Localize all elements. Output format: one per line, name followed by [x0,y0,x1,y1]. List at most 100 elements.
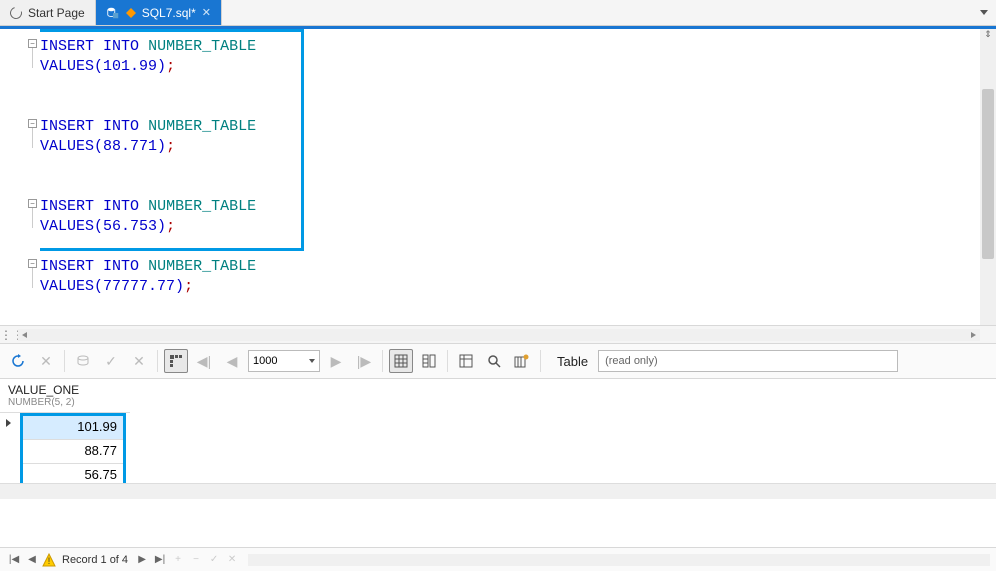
keyword: INSERT [40,198,94,215]
close-icon[interactable]: ✕ [202,6,211,19]
table-icon [394,354,408,368]
stop-button[interactable]: ✕ [34,349,58,373]
keyword: INTO [103,118,139,135]
columns-icon [514,354,530,368]
grid-body: 101.99 88.77 56.75 [0,413,996,491]
apply-button[interactable]: ✓ [99,349,123,373]
fold-line [32,208,33,228]
sql-file-icon [106,6,120,20]
paren: ( [94,278,103,295]
next-page-button[interactable]: ▶ [324,349,348,373]
code-area[interactable]: INSERT INTO NUMBER_TABLE VALUES(101.99);… [40,29,996,325]
column-type: NUMBER(5, 2) [8,397,122,408]
last-page-button[interactable]: |▶ [352,349,376,373]
number-literal: 88.771 [103,138,157,155]
fold-icon[interactable]: − [28,39,37,48]
fetch-size-value: 1000 [253,355,277,367]
keyword: VALUES [40,218,94,235]
table-name: NUMBER_TABLE [148,118,256,135]
semicolon: ; [166,218,175,235]
commit-icon [75,353,91,369]
table-name: NUMBER_TABLE [148,198,256,215]
semicolon: ; [166,58,175,75]
number-literal: 101.99 [103,58,157,75]
grid-view-button[interactable] [164,349,188,373]
fold-icon[interactable]: − [28,199,37,208]
scrollbar-thumb[interactable] [982,89,994,259]
tab-label: Start Page [28,6,85,20]
grid-icon [169,354,183,368]
hscroll-track[interactable] [18,329,980,341]
separator [64,350,65,372]
readonly-combo[interactable]: (read only) [598,350,898,372]
column-name: VALUE_ONE [8,383,122,397]
tab-label: SQL7.sql* [142,6,196,20]
paren: ( [94,218,103,235]
split-handle-icon[interactable]: ⇕ [980,29,996,43]
paren: ) [157,138,166,155]
add-row-button[interactable]: + [170,552,186,568]
results-toolbar: ✕ ✓ ✕ ◀| ◀ 1000 ▶ |▶ Table (read only) [0,343,996,379]
record-icon [422,354,436,368]
fetch-size-combo[interactable]: 1000 [248,350,320,372]
paren: ) [157,218,166,235]
column-header[interactable]: VALUE_ONE NUMBER(5, 2) [0,379,130,413]
keyword: INSERT [40,38,94,55]
dropdown-arrow-icon [309,359,315,363]
status-bar: |◀ ◀ ! Record 1 of 4 ▶ ▶| + − ✓ ✕ [0,547,996,571]
editor-hscroll: ⋮⋮ [0,325,996,343]
keyword: INTO [103,258,139,275]
readonly-value: (read only) [605,355,658,367]
tab-overflow-menu[interactable] [972,0,996,25]
nav-next-button[interactable]: ▶ [134,552,150,568]
pivot-button[interactable] [454,349,478,373]
modified-icon [126,8,136,18]
first-page-button[interactable]: ◀| [192,349,216,373]
fold-icon[interactable]: − [28,119,37,128]
nav-last-button[interactable]: ▶| [152,552,168,568]
vertical-scrollbar[interactable]: ⇕ [980,29,996,325]
status-hscroll[interactable] [248,554,990,566]
sql-editor[interactable]: − − − − INSERT INTO NUMBER_TABLE VALUES(… [0,29,996,325]
commit-button[interactable] [71,349,95,373]
svg-text:!: ! [48,556,51,566]
paren: ) [175,278,184,295]
results-hscroll[interactable] [0,483,996,499]
nav-prev-button[interactable]: ◀ [24,552,40,568]
grid-cell[interactable]: 88.77 [23,440,123,464]
separator [157,350,158,372]
table-name: NUMBER_TABLE [148,38,256,55]
fold-icon[interactable]: − [28,259,37,268]
split-handle[interactable]: ⋮⋮ [0,328,18,342]
keyword: VALUES [40,58,94,75]
pivot-icon [459,354,473,368]
refresh-icon [10,353,26,369]
results-grid: VALUE_ONE NUMBER(5, 2) 101.99 88.77 56.7… [0,379,996,499]
table-name: NUMBER_TABLE [148,258,256,275]
separator [540,350,541,372]
nav-first-button[interactable]: |◀ [6,552,22,568]
delete-row-button[interactable]: − [188,552,204,568]
keyword: INSERT [40,258,94,275]
fold-line [32,268,33,288]
view-mode-label: Table [557,354,588,369]
number-literal: 77777.77 [103,278,175,295]
fold-line [32,128,33,148]
separator [382,350,383,372]
semicolon: ; [166,138,175,155]
cancel-row-button[interactable]: ✕ [224,552,240,568]
find-button[interactable] [482,349,506,373]
refresh-button[interactable] [6,349,30,373]
keyword: INTO [103,198,139,215]
start-page-icon [8,4,24,20]
table-mode-button[interactable] [389,349,413,373]
save-row-button[interactable]: ✓ [206,552,222,568]
grid-cell[interactable]: 101.99 [23,416,123,440]
prev-page-button[interactable]: ◀ [220,349,244,373]
manage-columns-button[interactable] [510,349,534,373]
tab-start-page[interactable]: Start Page [0,0,96,25]
tab-sql-file[interactable]: SQL7.sql* ✕ [96,0,222,25]
rollback-button[interactable]: ✕ [127,349,151,373]
current-row-indicator-icon [6,419,11,427]
record-mode-button[interactable] [417,349,441,373]
